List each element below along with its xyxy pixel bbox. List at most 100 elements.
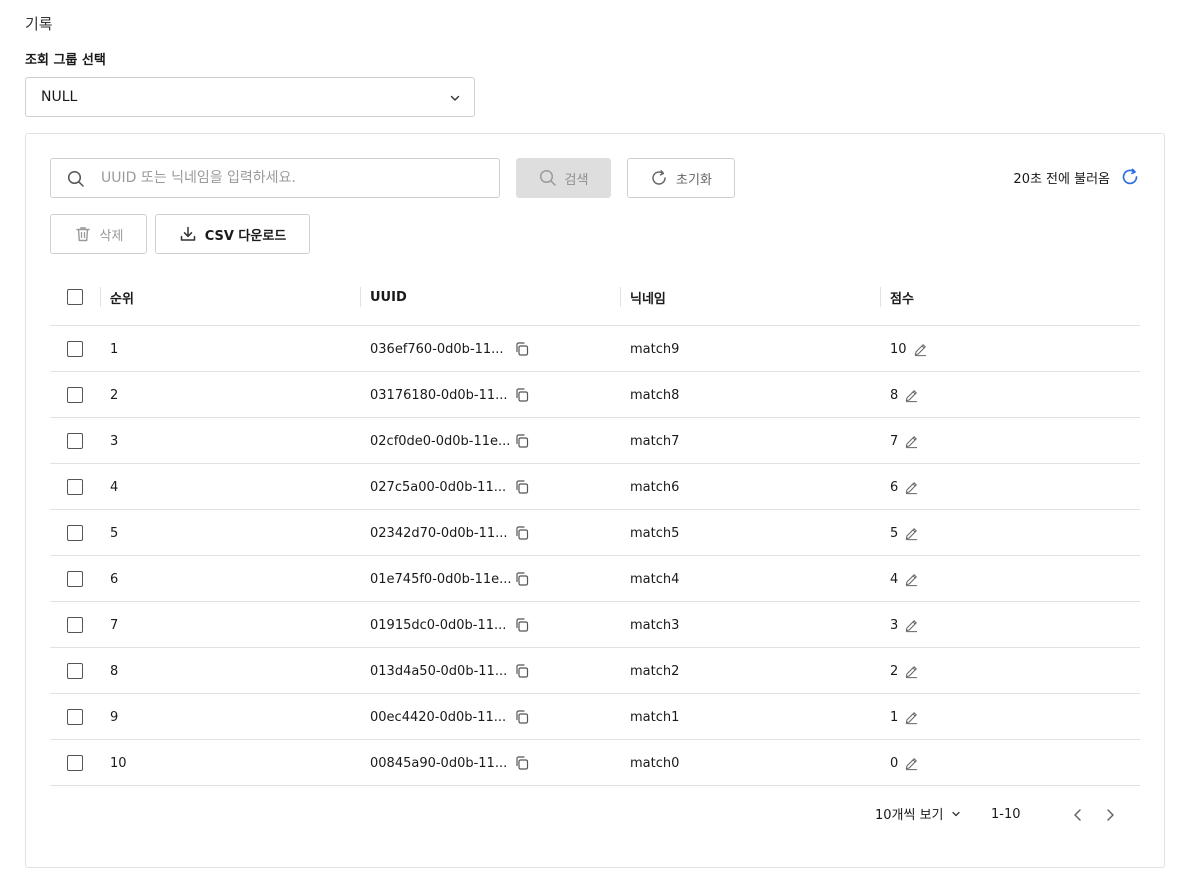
reload-icon[interactable]: [1120, 167, 1140, 187]
chevron-right-icon[interactable]: [1100, 805, 1120, 825]
delete-button-label: 삭제: [99, 228, 124, 244]
search-button-label: 검색: [564, 172, 589, 188]
score-cell: 3: [890, 602, 919, 648]
page-title: 기록: [25, 15, 53, 33]
row-checkbox[interactable]: [67, 387, 83, 403]
records-table: 순위 UUID 닉네임 점수 1 036ef760-0d0b-11... match…: [50, 274, 1140, 786]
chevron-down-icon: [450, 95, 460, 101]
download-icon: [180, 226, 195, 241]
uuid-cell: 01915dc0-0d0b-11...: [370, 602, 530, 648]
rank-cell: 5: [110, 525, 119, 541]
copy-icon[interactable]: [514, 341, 530, 357]
uuid-cell: 02cf0de0-0d0b-11e...: [370, 418, 530, 464]
nickname-cell: match6: [630, 479, 680, 495]
pencil-icon[interactable]: [904, 664, 919, 679]
csv-download-button[interactable]: CSV 다운로드: [155, 214, 310, 254]
score-cell: 6: [890, 464, 919, 510]
copy-icon[interactable]: [514, 617, 530, 633]
table-row: 3 02cf0de0-0d0b-11e... match7 7: [50, 418, 1140, 464]
table-body: 1 036ef760-0d0b-11... match9 10 2 03176180-0d…: [50, 326, 1140, 786]
table-row: 9 00ec4420-0d0b-11... match1 1: [50, 694, 1140, 740]
table-row: 10 00845a90-0d0b-11... match0 0: [50, 740, 1140, 786]
rank-cell: 4: [110, 479, 119, 495]
pencil-icon[interactable]: [913, 342, 928, 357]
table-row: 1 036ef760-0d0b-11... match9 10: [50, 326, 1140, 372]
row-checkbox[interactable]: [67, 341, 83, 357]
reset-button[interactable]: 초기화: [627, 158, 735, 198]
row-checkbox[interactable]: [67, 755, 83, 771]
uuid-cell: 00845a90-0d0b-11...: [370, 740, 530, 786]
nickname-cell: match1: [630, 709, 680, 725]
group-select[interactable]: NULL: [25, 77, 475, 117]
copy-icon[interactable]: [514, 755, 530, 771]
search-button[interactable]: 검색: [516, 158, 611, 198]
table-row: 8 013d4a50-0d0b-11... match2 2: [50, 648, 1140, 694]
copy-icon[interactable]: [514, 433, 530, 449]
pencil-icon[interactable]: [904, 618, 919, 633]
select-all-checkbox[interactable]: [67, 289, 83, 305]
score-cell: 10: [890, 326, 928, 372]
rank-cell: 8: [110, 663, 119, 679]
table-header: 순위 UUID 닉네임 점수: [50, 274, 1140, 326]
rank-cell: 1: [110, 341, 119, 357]
copy-icon[interactable]: [514, 525, 530, 541]
group-select-label: 조회 그룹 선택: [25, 53, 106, 68]
uuid-cell: 03176180-0d0b-11...: [370, 372, 530, 418]
copy-icon[interactable]: [514, 479, 530, 495]
column-header-score[interactable]: 점수: [880, 274, 914, 320]
pencil-icon[interactable]: [904, 388, 919, 403]
score-cell: 1: [890, 694, 919, 740]
rank-cell: 7: [110, 617, 119, 633]
copy-icon[interactable]: [514, 571, 530, 587]
records-panel: 검색 초기화 20초 전에 불러옴 삭제 CSV 다운로드 순위 UUID 닉네…: [25, 133, 1165, 868]
row-checkbox[interactable]: [67, 479, 83, 495]
column-header-rank[interactable]: 순위: [100, 274, 134, 320]
per-page-select[interactable]: 10개씩 보기: [875, 804, 962, 823]
delete-button[interactable]: 삭제: [50, 214, 147, 254]
row-checkbox[interactable]: [67, 663, 83, 679]
per-page-label: 10개씩 보기: [875, 808, 944, 823]
nickname-cell: match3: [630, 617, 680, 633]
score-cell: 2: [890, 648, 919, 694]
table-row: 6 01e745f0-0d0b-11e... match4 4: [50, 556, 1140, 602]
pencil-icon[interactable]: [904, 526, 919, 541]
copy-icon[interactable]: [514, 709, 530, 725]
score-cell: 0: [890, 740, 919, 786]
copy-icon[interactable]: [514, 387, 530, 403]
csv-download-label: CSV 다운로드: [204, 228, 287, 244]
row-checkbox[interactable]: [67, 571, 83, 587]
pagination: 10개씩 보기 1-10: [50, 800, 1140, 830]
pencil-icon[interactable]: [904, 756, 919, 771]
nickname-cell: match4: [630, 571, 680, 587]
rank-cell: 9: [110, 709, 119, 725]
uuid-cell: 02342d70-0d0b-11...: [370, 510, 530, 556]
column-header-nickname[interactable]: 닉네임: [620, 274, 666, 320]
search-icon: [67, 170, 84, 187]
trash-icon: [75, 227, 90, 242]
last-loaded-status: 20초 전에 불러옴: [1013, 167, 1140, 187]
row-checkbox[interactable]: [67, 617, 83, 633]
row-checkbox[interactable]: [67, 433, 83, 449]
nickname-cell: match7: [630, 433, 680, 449]
pencil-icon[interactable]: [904, 434, 919, 449]
pencil-icon[interactable]: [904, 710, 919, 725]
search-input[interactable]: [101, 159, 481, 197]
score-cell: 7: [890, 418, 919, 464]
last-loaded-text: 20초 전에 불러옴: [1013, 171, 1110, 187]
rank-cell: 3: [110, 433, 119, 449]
row-checkbox[interactable]: [67, 525, 83, 541]
score-cell: 5: [890, 510, 919, 556]
group-select-value: NULL: [41, 89, 78, 105]
copy-icon[interactable]: [514, 663, 530, 679]
search-field[interactable]: [50, 158, 500, 198]
pencil-icon[interactable]: [904, 480, 919, 495]
rank-cell: 10: [110, 755, 127, 771]
score-cell: 4: [890, 556, 919, 602]
nickname-cell: match2: [630, 663, 680, 679]
pencil-icon[interactable]: [904, 572, 919, 587]
nickname-cell: match9: [630, 341, 680, 357]
chevron-left-icon[interactable]: [1068, 805, 1088, 825]
nickname-cell: match0: [630, 755, 680, 771]
column-header-uuid[interactable]: UUID: [360, 274, 407, 320]
row-checkbox[interactable]: [67, 709, 83, 725]
